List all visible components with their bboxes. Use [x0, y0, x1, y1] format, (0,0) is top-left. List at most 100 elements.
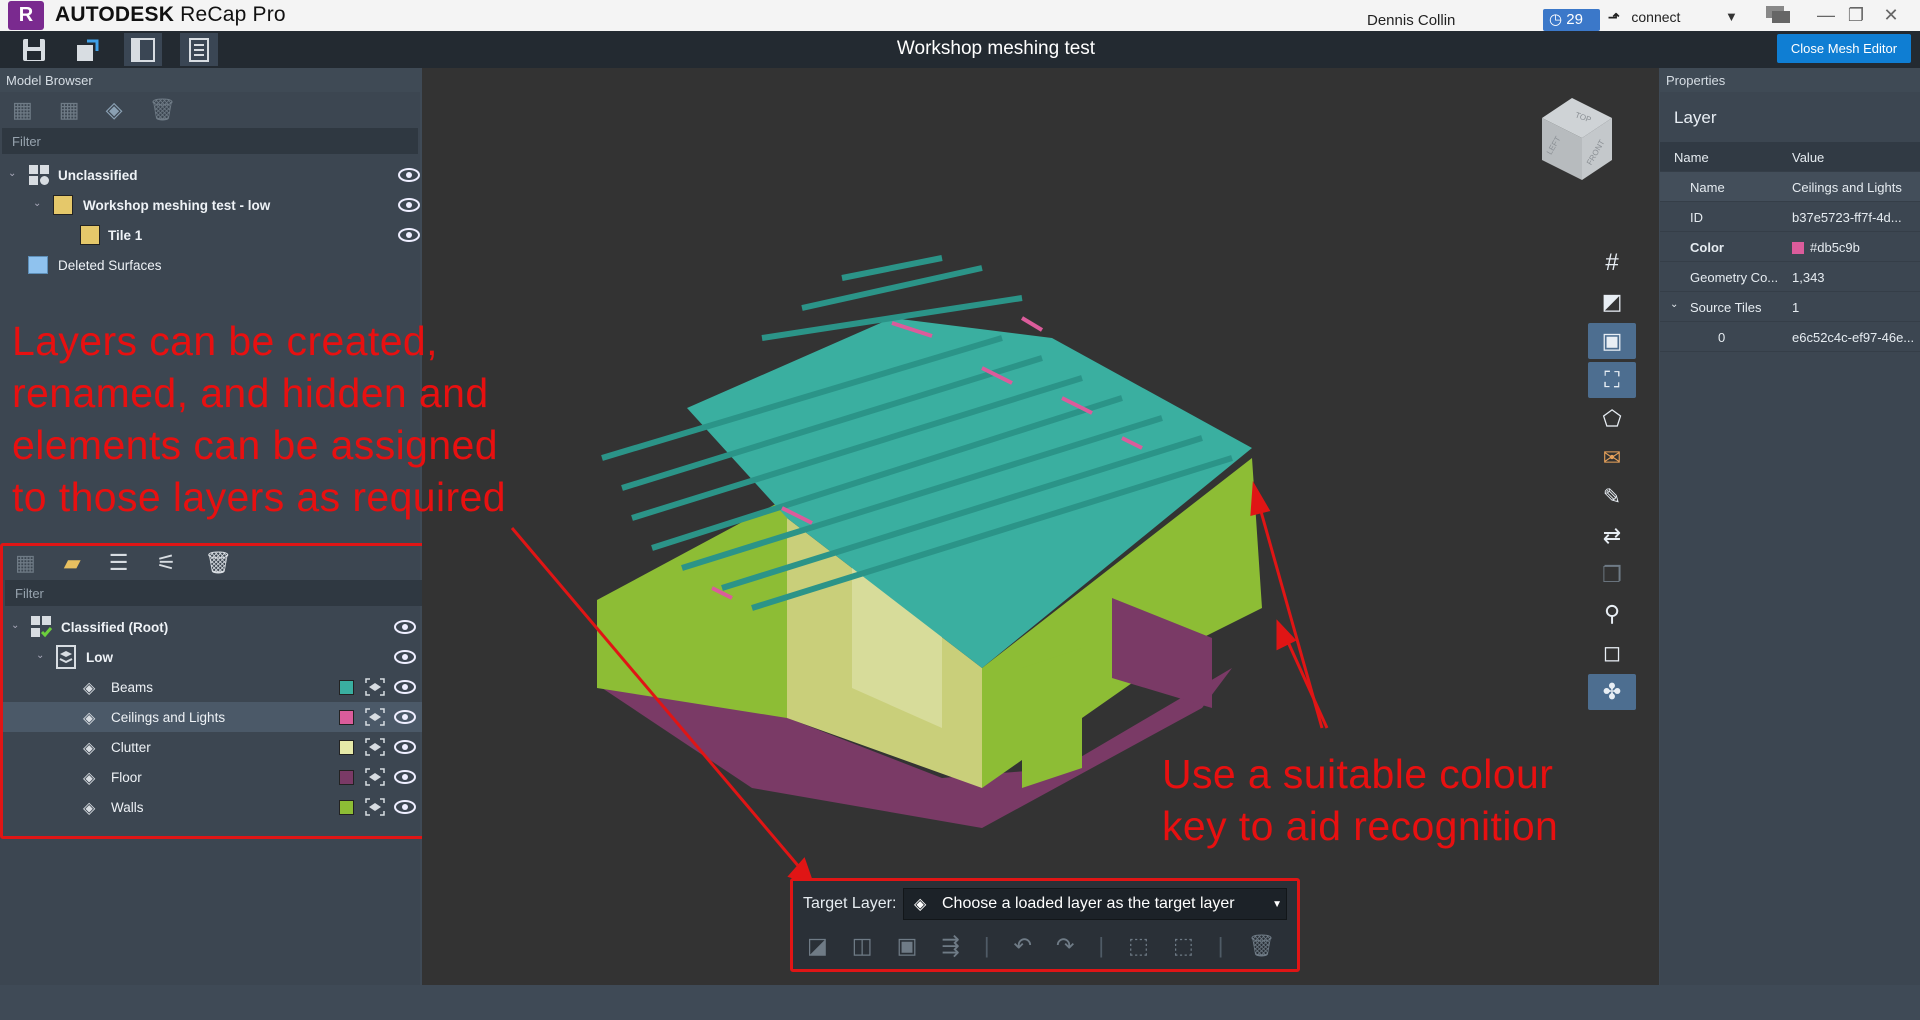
eye-icon[interactable]: [394, 648, 416, 666]
eye-icon[interactable]: [394, 618, 416, 636]
layer-label: Classified (Root): [61, 619, 169, 635]
chevron-down-icon[interactable]: ⌄: [11, 620, 19, 631]
select-layer-icon[interactable]: [365, 738, 385, 756]
layer-tree: ⌄ Classified (Root) ⌄ Low ◈ Beams ◈ Ceiling…: [3, 612, 428, 822]
layer-color-swatch[interactable]: [339, 770, 354, 785]
select-out-icon[interactable]: ⬚: [1173, 933, 1194, 959]
eye-icon[interactable]: [398, 196, 420, 214]
close-window-button[interactable]: ✕: [1880, 4, 1902, 26]
clip-tool[interactable]: ◩: [1588, 284, 1636, 320]
save-icon: [23, 38, 45, 61]
notifications-badge[interactable]: ◷ 29: [1543, 9, 1600, 31]
export-button[interactable]: [68, 33, 106, 66]
redo-icon[interactable]: ↷: [1056, 933, 1074, 959]
transfer-tool[interactable]: ⇄: [1588, 518, 1636, 554]
trash-icon[interactable]: 🗑: [149, 97, 177, 123]
eye-icon[interactable]: [394, 678, 416, 696]
layer-color-swatch[interactable]: [339, 740, 354, 755]
trash-icon[interactable]: 🗑: [1247, 933, 1275, 959]
layer-color-swatch[interactable]: [339, 800, 354, 815]
layer-row[interactable]: ◈ Floor: [3, 762, 428, 792]
model-tree: ⌄ Unclassified ⌄ Workshop meshing test -…: [0, 160, 420, 280]
save-button[interactable]: [15, 33, 53, 66]
layer-row[interactable]: ◈ Walls: [3, 792, 428, 822]
assign-icon[interactable]: ◪: [807, 933, 828, 959]
layer-row[interactable]: ◈ Beams: [3, 672, 428, 702]
close-mesh-editor-button[interactable]: Close Mesh Editor: [1777, 34, 1911, 63]
solid-tool[interactable]: ▣: [1588, 323, 1636, 359]
grid-tool[interactable]: #: [1588, 245, 1636, 281]
layer-row-low[interactable]: ⌄ Low: [3, 642, 428, 672]
chevron-down-icon[interactable]: ⌄: [33, 198, 41, 209]
chevron-down-icon[interactable]: ⌄: [36, 650, 44, 661]
property-row[interactable]: Name Ceilings and Lights: [1660, 172, 1920, 202]
fence-tool[interactable]: ✉: [1588, 440, 1636, 476]
layer-label: Low: [86, 649, 113, 665]
select-layer-icon[interactable]: [365, 768, 385, 786]
connect-menu[interactable]: ⬏ connect: [1608, 9, 1680, 26]
select-layer-icon[interactable]: [365, 678, 385, 696]
model-filter-input[interactable]: Filter: [2, 128, 418, 154]
tree-row-tile-1[interactable]: Tile 1: [0, 220, 420, 250]
select-layer-icon[interactable]: [365, 798, 385, 816]
restore-button[interactable]: ❐: [1845, 4, 1867, 26]
property-name: 0: [1718, 330, 1726, 345]
export-scan-icon[interactable]: ▦: [59, 97, 80, 123]
layer-label: Clutter: [111, 739, 151, 755]
property-value: 1: [1792, 300, 1800, 315]
user-name[interactable]: Dennis Collin: [1367, 12, 1455, 29]
layer-row[interactable]: ◈ Ceilings and Lights: [3, 702, 428, 732]
select-in-icon[interactable]: ⬚: [1128, 933, 1149, 959]
unclassified-icon: [29, 165, 49, 185]
edit-tool[interactable]: ✎: [1588, 479, 1636, 515]
property-row[interactable]: ID b37e5723-ff7f-4d...: [1660, 202, 1920, 232]
merge-icon[interactable]: ⇶: [941, 933, 959, 959]
import-layer-icon[interactable]: ▦: [15, 550, 36, 576]
copy-tool[interactable]: ❐: [1588, 557, 1636, 593]
mesh-icon[interactable]: ◈: [106, 97, 123, 123]
import-icon[interactable]: ▦: [12, 97, 33, 123]
properties-toggle[interactable]: [180, 33, 218, 66]
chevron-down-icon[interactable]: ⌄: [1670, 299, 1678, 310]
box-icon[interactable]: ▣: [897, 933, 918, 959]
property-row[interactable]: Geometry Co... 1,343: [1660, 262, 1920, 292]
eye-icon[interactable]: [394, 708, 416, 726]
layer-row[interactable]: ◈ Clutter: [3, 732, 428, 762]
property-row[interactable]: 0 e6c52c4c-ef97-46e...: [1660, 322, 1920, 352]
target-layer-select[interactable]: ◈ Choose a loaded layer as the target la…: [903, 888, 1287, 920]
select-layer-icon[interactable]: [365, 708, 385, 726]
new-layer-icon[interactable]: ▰: [64, 550, 81, 576]
tree-row-workshop[interactable]: ⌄ Workshop meshing test - low: [0, 190, 420, 220]
layer-settings-icon[interactable]: ⚟: [156, 550, 176, 576]
tree-label: Workshop meshing test - low: [83, 197, 271, 213]
layer-color-swatch[interactable]: [339, 710, 354, 725]
layer-color-swatch[interactable]: [339, 680, 354, 695]
layer-row-root[interactable]: ⌄ Classified (Root): [3, 612, 428, 642]
eye-icon[interactable]: [398, 166, 420, 184]
display-tool[interactable]: ◻: [1588, 635, 1636, 671]
chat-icon[interactable]: [1765, 5, 1791, 25]
tree-row-deleted-surfaces[interactable]: Deleted Surfaces: [0, 250, 420, 280]
eye-icon[interactable]: [398, 226, 420, 244]
eye-icon[interactable]: [394, 798, 416, 816]
eye-icon[interactable]: [394, 738, 416, 756]
copy-icon: ❐: [1602, 562, 1622, 587]
property-row[interactable]: Color #db5c9b: [1660, 232, 1920, 262]
chevron-down-icon[interactable]: ▼: [1725, 9, 1738, 24]
split-icon[interactable]: ◫: [852, 933, 873, 959]
property-row[interactable]: ⌄ Source Tiles 1: [1660, 292, 1920, 322]
minimize-button[interactable]: —: [1815, 4, 1837, 26]
layer-filter-input[interactable]: Filter: [5, 580, 426, 606]
chevron-down-icon[interactable]: ⌄: [8, 168, 16, 179]
tree-row-unclassified[interactable]: ⌄ Unclassified: [0, 160, 420, 190]
pin-tool[interactable]: ⚲: [1588, 596, 1636, 632]
model-browser-toggle[interactable]: [124, 33, 162, 66]
polygon-tool[interactable]: ⬠: [1588, 401, 1636, 437]
crop-select-tool[interactable]: ⛶: [1588, 362, 1636, 398]
add-layer-icon[interactable]: ☰: [109, 550, 129, 576]
undo-icon[interactable]: ↶: [1014, 933, 1032, 959]
color-tool[interactable]: ✤: [1588, 674, 1636, 710]
model-browser-panel: Model Browser ▦ ▦ ◈ 🗑 Filter ⌄ Unclassif…: [0, 68, 431, 985]
eye-icon[interactable]: [394, 768, 416, 786]
delete-layer-icon[interactable]: 🗑: [204, 550, 232, 576]
